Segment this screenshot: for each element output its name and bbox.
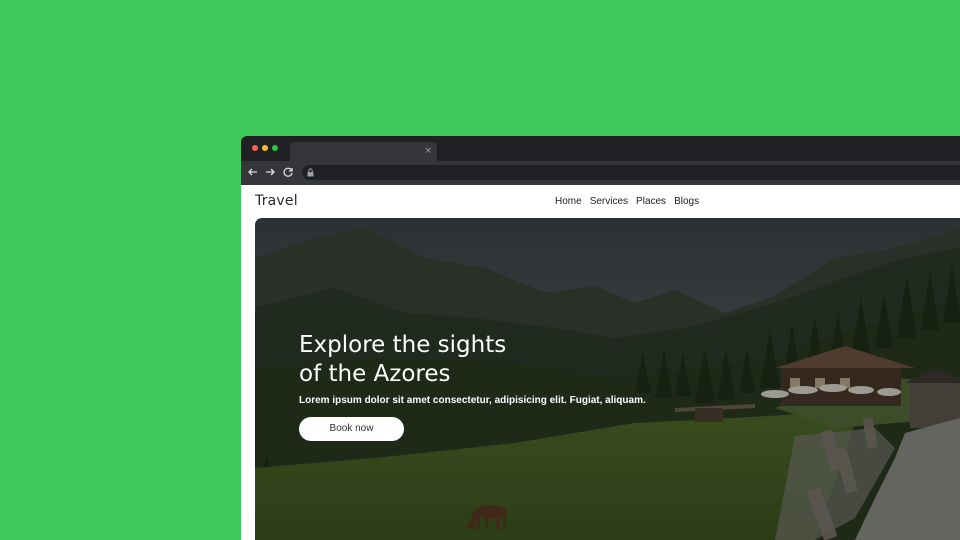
hero-title: Explore the sights of the Azores xyxy=(299,331,719,389)
nav-blogs[interactable]: Blogs xyxy=(674,196,699,207)
main-nav: Home Services Places Blogs xyxy=(555,196,699,207)
nav-services[interactable]: Services xyxy=(590,196,628,207)
minimize-window-button[interactable] xyxy=(262,145,268,151)
hero-content: Explore the sights of the Azores Lorem i… xyxy=(299,331,719,441)
back-arrow-icon[interactable] xyxy=(246,165,260,179)
nav-places[interactable]: Places xyxy=(636,196,666,207)
site-header: Travel Home Services Places Blogs xyxy=(241,185,960,218)
maximize-window-button[interactable] xyxy=(272,145,278,151)
browser-tab[interactable]: × xyxy=(290,142,437,161)
hero-subtitle: Lorem ipsum dolor sit amet consectetur, … xyxy=(299,395,646,406)
hero-title-line2: of the Azores xyxy=(299,361,451,387)
nav-home[interactable]: Home xyxy=(555,196,582,207)
site-logo[interactable]: Travel xyxy=(255,193,298,209)
browser-window: × Travel Home Services Places Blogs Expl… xyxy=(241,136,960,540)
book-now-button[interactable]: Book now xyxy=(299,417,404,441)
close-window-button[interactable] xyxy=(252,145,258,151)
tab-bar: × xyxy=(241,136,960,161)
close-icon[interactable]: × xyxy=(424,145,432,158)
hero-title-line1: Explore the sights xyxy=(299,332,507,358)
forward-arrow-icon[interactable] xyxy=(263,165,277,179)
hero-section: Explore the sights of the Azores Lorem i… xyxy=(255,218,960,540)
reload-icon[interactable] xyxy=(281,165,295,179)
address-bar[interactable] xyxy=(302,165,960,180)
browser-toolbar xyxy=(241,161,960,185)
lock-icon xyxy=(307,168,314,177)
